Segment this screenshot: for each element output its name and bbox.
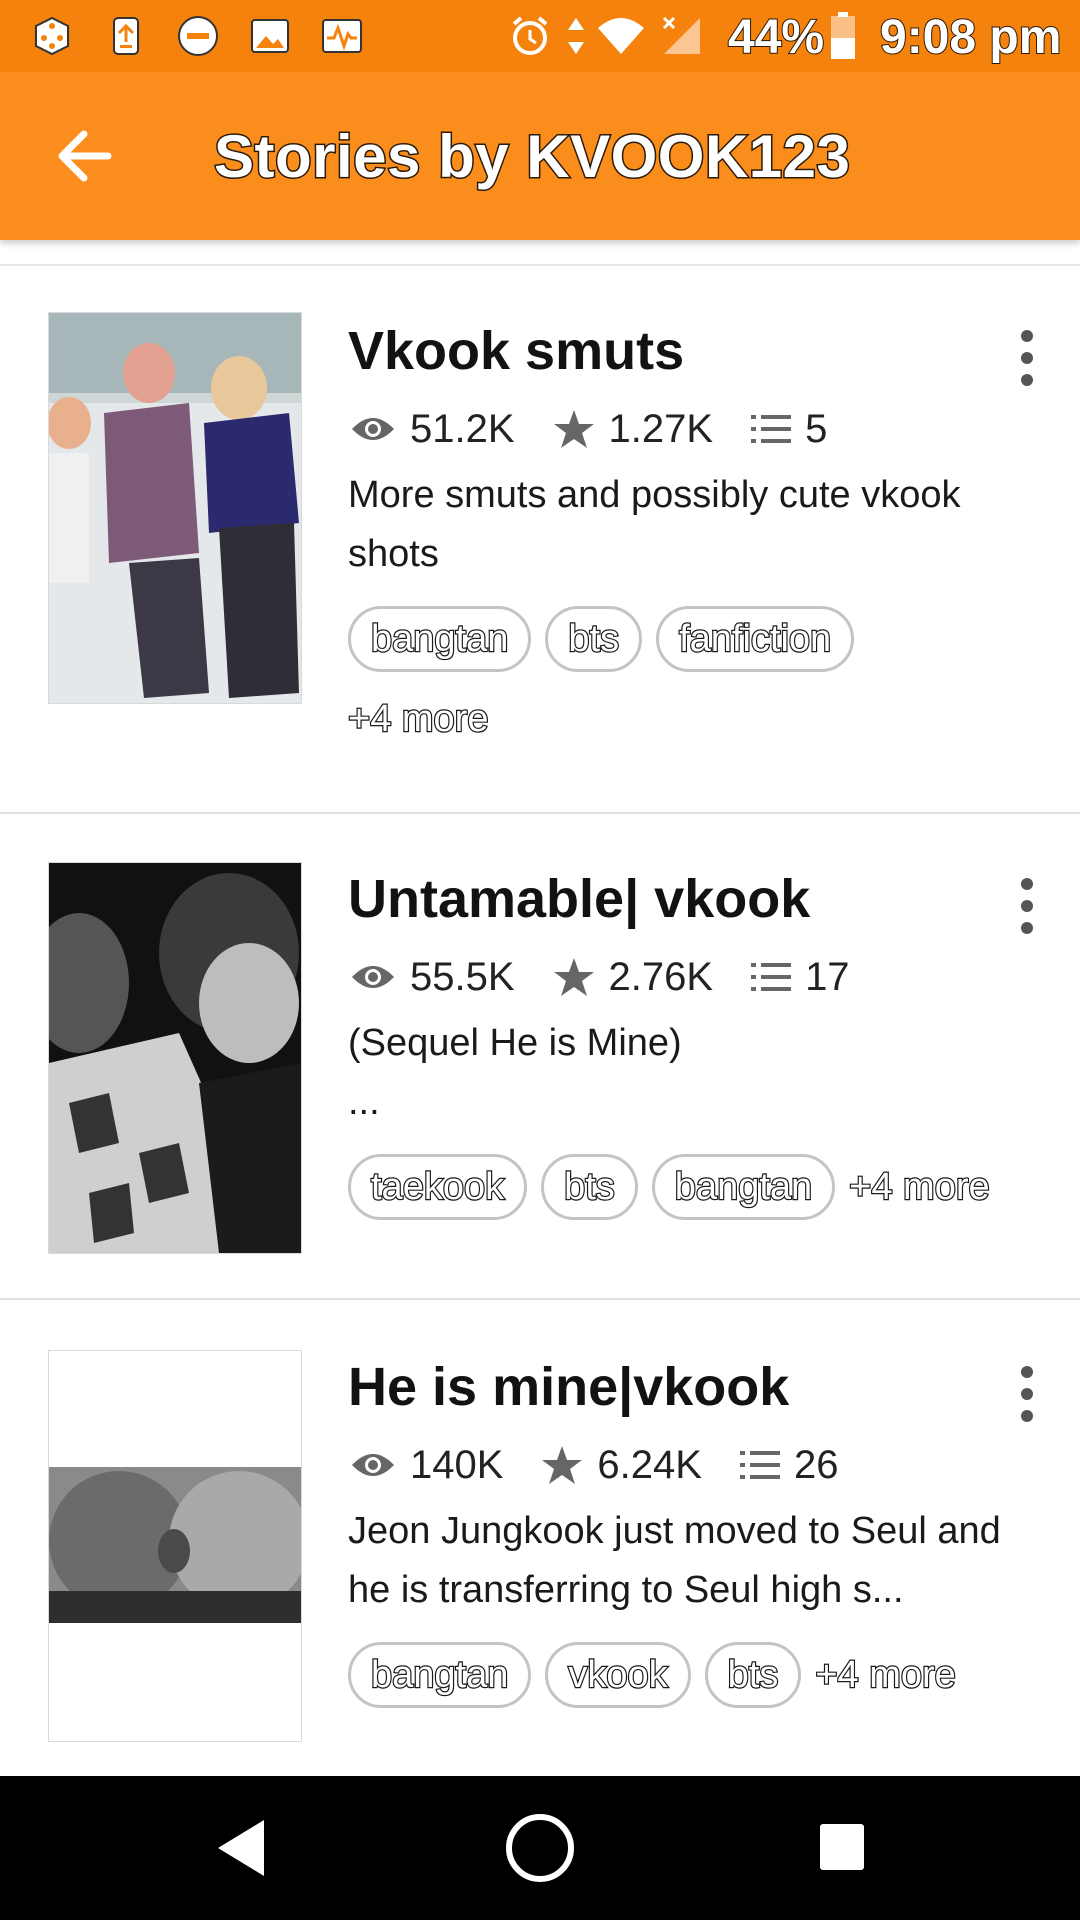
more-tags-link[interactable]: +4 more: [814, 1642, 957, 1708]
data-arrows-icon: [568, 18, 584, 54]
parts-count: 26: [793, 1442, 839, 1487]
tag-chip[interactable]: bts: [541, 1154, 638, 1220]
tag-list: taekook bts bangtan +4 more: [348, 1154, 1038, 1220]
more-options-icon[interactable]: [1012, 876, 1042, 936]
tag-chip[interactable]: fanfiction: [656, 606, 855, 672]
image-icon: [251, 19, 289, 53]
story-stats: 55.5K 2.76K 17: [350, 952, 888, 1002]
battery-percent: 44%: [727, 10, 825, 65]
more-options-icon[interactable]: [1012, 328, 1042, 388]
story-description: (Sequel He is Mine) ...: [348, 1022, 682, 1123]
divider: [0, 264, 1080, 266]
parts-stat: 5: [751, 407, 827, 452]
tag-chip[interactable]: vkook: [545, 1642, 691, 1708]
system-nav-bar: [0, 1776, 1080, 1920]
home-circle-icon[interactable]: [504, 1812, 576, 1884]
tag-chip[interactable]: bts: [545, 606, 643, 672]
clock: 9:08 pm: [879, 10, 1062, 65]
page-title: Stories by KVOOK123: [212, 122, 851, 192]
story-description: Jeon Jungkook just moved to Seul and he …: [348, 1510, 1001, 1611]
battery-icon: [831, 12, 855, 59]
divider: [0, 812, 1080, 814]
tag-list: bangtan bts fanfiction +4 more: [347, 606, 1038, 752]
back-triangle-icon[interactable]: [212, 1816, 268, 1880]
parts-count: 5: [805, 406, 828, 451]
reads-stat: 140K: [350, 1443, 503, 1488]
story-cover-image[interactable]: [48, 312, 302, 704]
votes-count: 6.24K: [597, 1442, 702, 1487]
story-description: More smuts and possibly cute vkook shots: [348, 474, 961, 575]
votes-stat: 2.76K: [553, 954, 714, 1000]
story-stats: 140K 6.24K 26: [350, 1440, 876, 1490]
recents-square-icon[interactable]: [818, 1822, 866, 1872]
eye-icon: [352, 1454, 394, 1476]
votes-stat: 6.24K: [541, 1443, 702, 1488]
votes-count: 2.76K: [608, 954, 714, 999]
story-stats: 51.2K 1.27K 5: [350, 404, 865, 454]
eye-icon: [352, 966, 394, 988]
parts-stat: 26: [739, 1442, 839, 1488]
tag-chip[interactable]: bangtan: [348, 1642, 532, 1708]
tag-chip[interactable]: bangtan: [348, 606, 532, 672]
story-title[interactable]: He is mine|vkook: [348, 1356, 789, 1418]
reads-count: 55.5K: [410, 954, 515, 999]
dnd-icon: [178, 16, 218, 56]
parts-count: 17: [805, 954, 850, 999]
tag-chip[interactable]: bangtan: [651, 1154, 836, 1220]
tag-list: bangtan vkook bts +4 more: [348, 1642, 1038, 1708]
app-bar: Stories by KVOOK123: [0, 72, 1080, 240]
votes-count: 1.27K: [608, 406, 714, 451]
signal-icon: [662, 16, 700, 54]
more-tags-link[interactable]: +4 more: [848, 1154, 991, 1220]
alarm-icon: [512, 16, 548, 55]
votes-stat: 1.27K: [553, 406, 714, 452]
reads-stat: 55.5K: [350, 955, 515, 1000]
dice-icon: [35, 16, 69, 56]
more-tags-link[interactable]: +4 more: [347, 686, 1038, 752]
pulse-icon: [322, 19, 362, 53]
divider: [0, 1298, 1080, 1300]
list-icon: [739, 1451, 780, 1479]
list-icon: [751, 963, 792, 991]
reads-count: 140K: [410, 1442, 504, 1487]
wifi-icon: [598, 18, 644, 54]
reads-stat: 51.2K: [350, 407, 515, 452]
list-icon: [751, 415, 792, 443]
upload-icon: [113, 17, 139, 55]
reads-count: 51.2K: [410, 406, 515, 451]
status-bar: 44% 9:08 pm: [0, 0, 1080, 72]
star-icon: [542, 1446, 583, 1484]
story-cover-image[interactable]: [48, 1350, 302, 1742]
eye-icon: [352, 418, 394, 440]
story-title[interactable]: Vkook smuts: [348, 320, 684, 382]
story-title[interactable]: Untamable| vkook: [348, 868, 810, 930]
tag-chip[interactable]: taekook: [348, 1154, 528, 1220]
tag-chip[interactable]: bts: [704, 1642, 802, 1708]
star-icon: [553, 410, 594, 448]
story-cover-image[interactable]: [48, 862, 302, 1254]
star-icon: [553, 958, 594, 996]
back-button[interactable]: [52, 122, 120, 190]
parts-stat: 17: [751, 955, 850, 1000]
more-options-icon[interactable]: [1012, 1364, 1042, 1424]
